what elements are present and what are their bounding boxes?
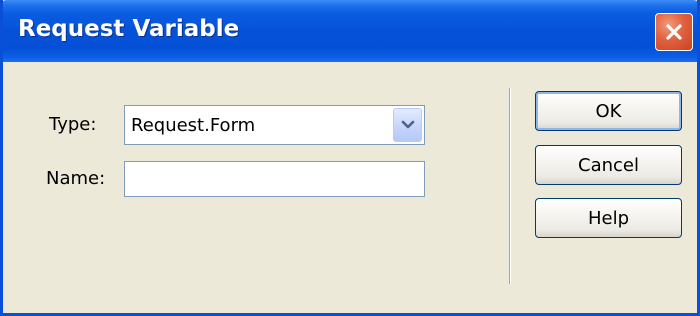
type-select-value: Request.Form xyxy=(131,115,256,136)
name-input[interactable] xyxy=(124,161,425,197)
type-select-dropdown-button[interactable] xyxy=(393,108,422,142)
type-select[interactable]: Request.Form xyxy=(124,105,425,145)
dialog-body: Type: Request.Form Name: OK Cancel Help xyxy=(3,62,697,313)
close-icon xyxy=(666,24,682,40)
request-variable-dialog: Request Variable Type: Request.Form Name… xyxy=(0,0,700,316)
vertical-divider xyxy=(509,88,511,284)
name-label: Name: xyxy=(46,168,106,189)
close-button[interactable] xyxy=(655,13,693,51)
dialog-title: Request Variable xyxy=(18,16,240,42)
cancel-button[interactable]: Cancel xyxy=(535,145,682,185)
chevron-down-icon xyxy=(401,120,414,129)
title-bar[interactable]: Request Variable xyxy=(3,0,697,62)
help-button[interactable]: Help xyxy=(535,198,682,238)
type-label: Type: xyxy=(49,114,97,135)
ok-button[interactable]: OK xyxy=(535,91,682,131)
